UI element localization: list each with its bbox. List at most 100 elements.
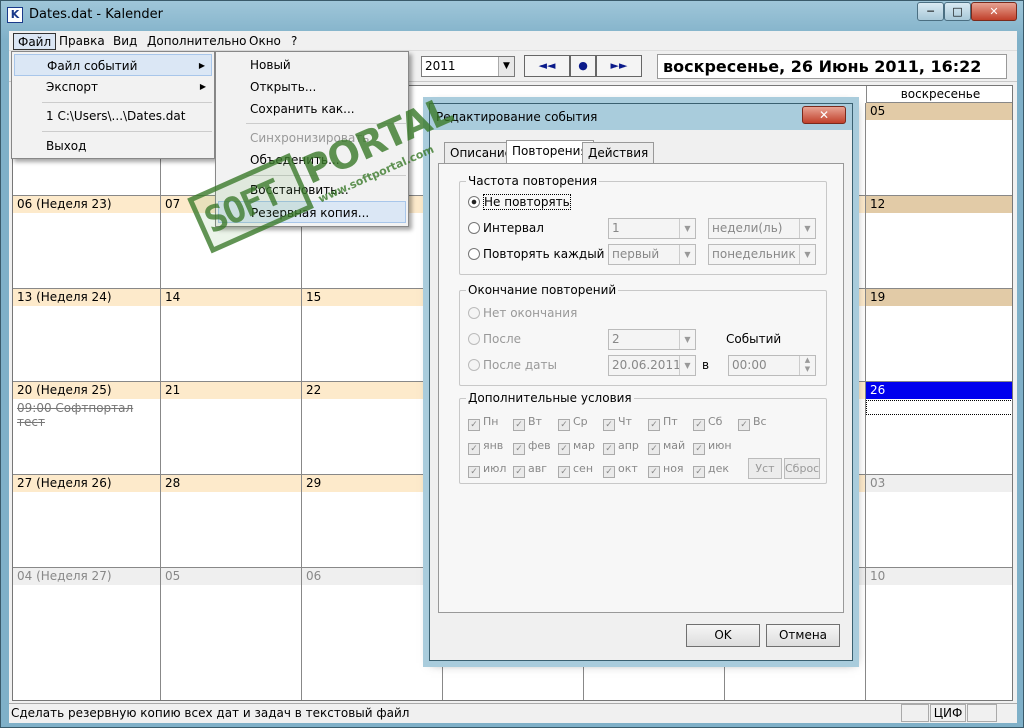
calendar-day-cell[interactable]: 05 xyxy=(161,568,302,700)
checkbox-label: янв xyxy=(483,439,504,452)
frequency-group-title: Частота повторения xyxy=(466,174,600,188)
after-date-picker[interactable]: 20.06.2011 ▼ xyxy=(608,355,696,376)
condition-checkbox[interactable]: ✓ июл xyxy=(468,462,506,478)
calendar-day-cell[interactable]: 27 (Неделя 26) xyxy=(13,475,161,568)
reset-button[interactable]: Сброс xyxy=(784,458,820,479)
menu-view[interactable]: Вид xyxy=(109,33,141,50)
menu-item-recent-file[interactable]: 1 C:\Users\...\Dates.dat xyxy=(14,105,212,127)
next-month-button[interactable]: ►► xyxy=(596,55,642,77)
condition-checkbox[interactable]: ✓ Ср xyxy=(558,415,588,431)
condition-checkbox[interactable]: ✓ сен xyxy=(558,462,593,478)
day-name-header: воскресенье xyxy=(866,86,1012,103)
checkbox-checked-icon: ✓ xyxy=(513,419,525,431)
calendar-day-cell[interactable]: 06 xyxy=(302,568,443,700)
calendar-day-cell[interactable]: 29 xyxy=(302,475,443,568)
condition-checkbox[interactable]: ✓ апр xyxy=(603,439,639,455)
calendar-app-icon[interactable]: K xyxy=(7,7,23,23)
maximize-button[interactable]: □ xyxy=(944,2,971,21)
after-count-select[interactable]: 2 ▼ xyxy=(608,329,696,350)
radio-repeat-each[interactable]: Повторять каждый xyxy=(468,247,604,261)
calendar-day-cell[interactable]: 20 (Неделя 25) 09:00 Софтпортал тест xyxy=(13,382,161,475)
calendar-day-cell[interactable]: 28 xyxy=(161,475,302,568)
interval-value-select[interactable]: 1 ▼ xyxy=(608,218,696,239)
calendar-day-cell[interactable]: 15 xyxy=(302,289,443,382)
calendar-day-cell[interactable]: 03 xyxy=(866,475,1012,568)
checkbox-label: июл xyxy=(483,462,507,475)
dialog-close-button[interactable]: ✕ xyxy=(802,106,846,124)
menu-item-export[interactable]: Экспорт ▶ xyxy=(14,76,212,98)
calendar-day-cell[interactable]: 12 xyxy=(866,196,1012,289)
condition-checkbox[interactable]: ✓ Сб xyxy=(693,415,722,431)
checkbox-label: Пт xyxy=(663,415,678,428)
time-spinner[interactable]: 00:00 ▲ ▼ xyxy=(728,355,816,376)
radio-interval[interactable]: Интервал xyxy=(468,221,544,235)
status-panel-empty xyxy=(901,704,929,722)
status-panel-empty-2 xyxy=(967,704,997,722)
condition-checkbox[interactable]: ✓ янв xyxy=(468,439,503,455)
menu-item-new[interactable]: Новый xyxy=(218,54,406,76)
condition-checkbox[interactable]: ✓ окт xyxy=(603,462,638,478)
tab-repeats[interactable]: Повторения xyxy=(506,140,594,164)
checkbox-checked-icon: ✓ xyxy=(603,419,615,431)
condition-checkbox[interactable]: ✓ Вс xyxy=(738,415,767,431)
minimize-button[interactable]: ─ xyxy=(917,2,944,21)
menu-extra[interactable]: Дополнительно xyxy=(143,33,251,50)
radio-after-date[interactable]: После даты xyxy=(468,358,557,372)
set-button[interactable]: Уст xyxy=(748,458,782,479)
day-label: 26 xyxy=(866,382,1012,399)
close-button[interactable]: ✕ xyxy=(971,2,1017,21)
checkbox-checked-icon: ✓ xyxy=(648,419,660,431)
year-select[interactable]: 2011 ▼ xyxy=(421,56,515,77)
condition-checkbox[interactable]: ✓ ноя xyxy=(648,462,684,478)
interval-unit-select[interactable]: недели(ль) ▼ xyxy=(708,218,816,239)
calendar-day-cell[interactable]: 19 xyxy=(866,289,1012,382)
day-name-header xyxy=(725,86,866,103)
menu-item-exit[interactable]: Выход xyxy=(14,135,212,157)
menu-window[interactable]: Окно xyxy=(245,33,285,50)
radio-label: После даты xyxy=(483,358,557,372)
condition-checkbox[interactable]: ✓ дек xyxy=(693,462,729,478)
condition-checkbox[interactable]: ✓ Вт xyxy=(513,415,542,431)
each-day-select[interactable]: понедельник ▼ xyxy=(708,244,816,265)
prev-month-button[interactable]: ◄◄ xyxy=(524,55,570,77)
radio-no-end[interactable]: Нет окончания xyxy=(468,306,577,320)
condition-checkbox[interactable]: ✓ июн xyxy=(693,439,732,455)
radio-icon xyxy=(468,222,480,234)
title-bar[interactable]: K Dates.dat - Kalender ─ □ ✕ xyxy=(1,1,1023,29)
calendar-day-cell[interactable]: 13 (Неделя 24) xyxy=(13,289,161,382)
calendar-day-cell[interactable]: 10 xyxy=(866,568,1012,700)
calendar-day-cell[interactable]: 04 (Неделя 27) xyxy=(13,568,161,700)
calendar-day-cell[interactable]: 14 xyxy=(161,289,302,382)
menu-help[interactable]: ? xyxy=(287,33,301,50)
chevron-down-icon[interactable]: ▼ xyxy=(498,57,514,76)
select-value: понедельник xyxy=(712,247,796,261)
ok-button[interactable]: OK xyxy=(686,624,760,647)
radio-no-repeat[interactable]: Не повторять xyxy=(468,194,571,210)
condition-checkbox[interactable]: ✓ Чт xyxy=(603,415,632,431)
condition-checkbox[interactable]: ✓ мар xyxy=(558,439,595,455)
calendar-event[interactable]: 09:00 Софтпортал тест xyxy=(17,401,160,429)
calendar-day-cell[interactable]: 21 xyxy=(161,382,302,475)
each-which-select[interactable]: первый ▼ xyxy=(608,244,696,265)
condition-checkbox[interactable]: ✓ май xyxy=(648,439,685,455)
menu-edit[interactable]: Правка xyxy=(55,33,109,50)
select-value: недели(ль) xyxy=(712,221,783,235)
cancel-button[interactable]: Отмена xyxy=(766,624,840,647)
calendar-day-cell[interactable]: 06 (Неделя 23) xyxy=(13,196,161,289)
checkbox-checked-icon: ✓ xyxy=(648,466,660,478)
tab-actions[interactable]: Действия xyxy=(582,142,655,163)
status-text: Сделать резервную копию всех дат и задач… xyxy=(11,706,410,720)
condition-checkbox[interactable]: ✓ Пт xyxy=(648,415,678,431)
calendar-day-cell[interactable]: 26 xyxy=(866,382,1012,475)
radio-after-count[interactable]: После xyxy=(468,332,521,346)
condition-checkbox[interactable]: ✓ Пн xyxy=(468,415,498,431)
day-label: 14 xyxy=(161,289,301,306)
calendar-day-cell[interactable]: 22 xyxy=(302,382,443,475)
menu-item-event-file[interactable]: Файл событий ▶ xyxy=(14,54,212,76)
condition-checkbox[interactable]: ✓ фев xyxy=(513,439,551,455)
calendar-day-cell[interactable]: 05 xyxy=(866,103,1012,196)
condition-checkbox[interactable]: ✓ авг xyxy=(513,462,547,478)
dialog-title-bar[interactable]: Редактирование события ✕ xyxy=(430,104,852,130)
menu-file[interactable]: Файл xyxy=(13,33,57,50)
today-button[interactable]: ● xyxy=(570,55,596,77)
